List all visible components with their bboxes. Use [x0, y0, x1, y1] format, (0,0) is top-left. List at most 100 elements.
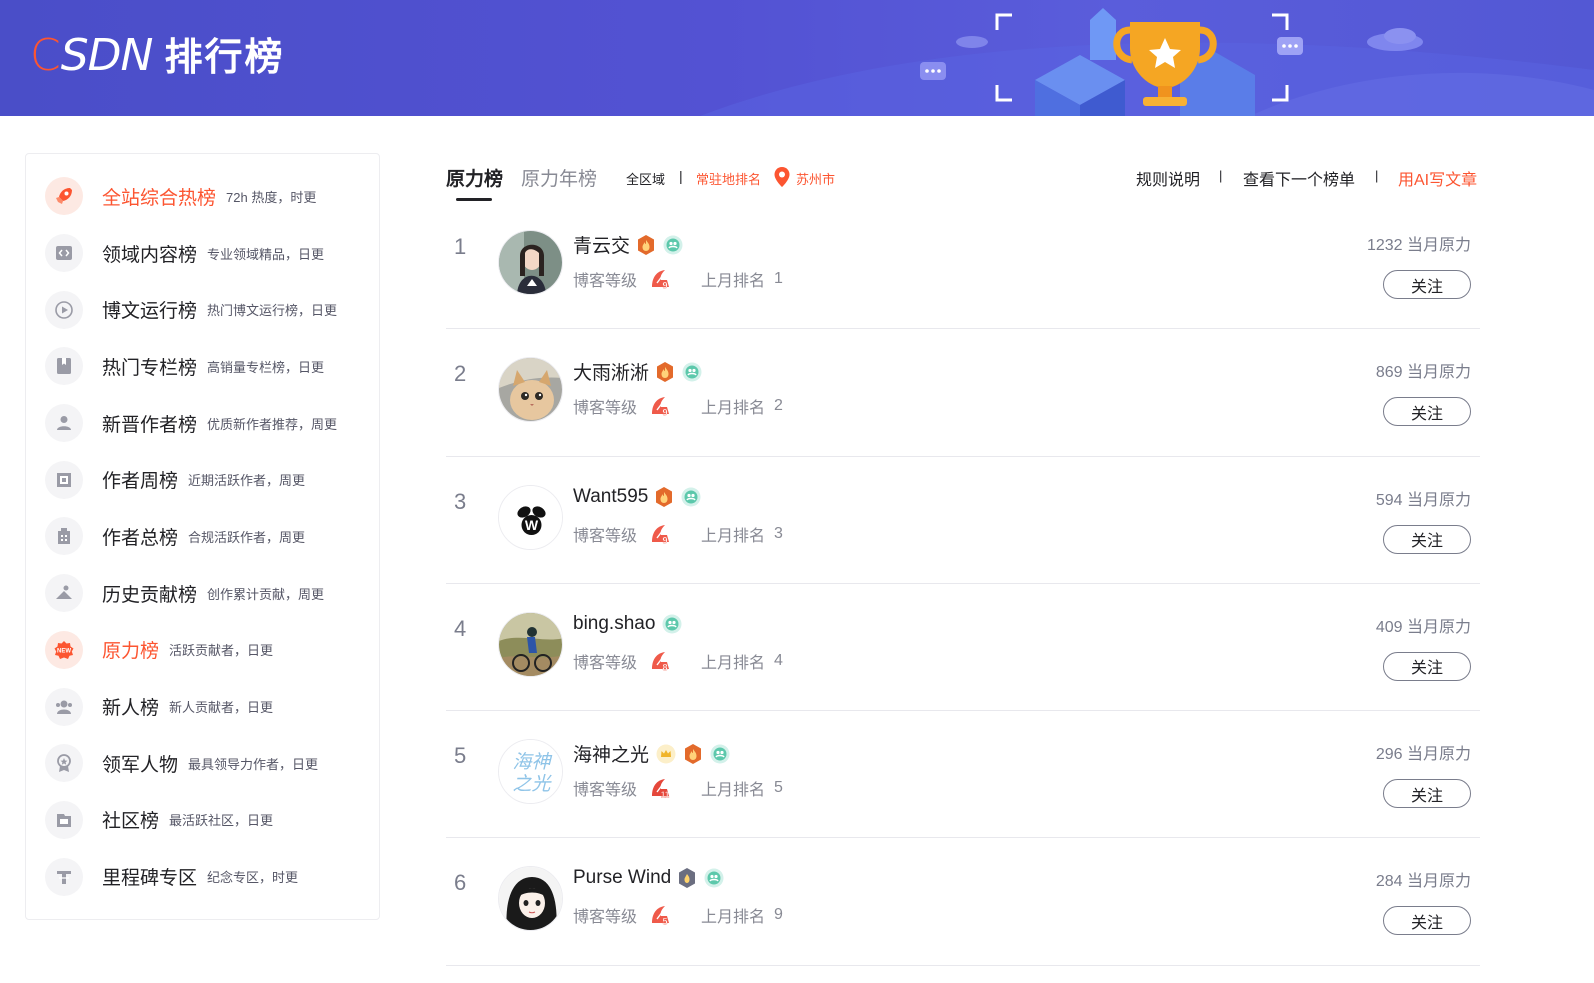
- anime-avatar[interactable]: [498, 866, 563, 932]
- rank-number: 1: [454, 234, 467, 259]
- user-name[interactable]: 大雨淅淅: [573, 358, 649, 385]
- rules-link[interactable]: 规则说明: [1136, 166, 1200, 190]
- sidebar-item-label: 新人榜: [102, 698, 160, 720]
- user-name[interactable]: 青云交: [573, 231, 630, 258]
- portrait-avatar[interactable]: [498, 230, 563, 295]
- rank-number: 6: [454, 870, 467, 896]
- sidebar-item-desc: 热门博文运行榜，日更: [207, 303, 338, 319]
- svg-text:9: 9: [663, 408, 668, 418]
- resident-rank-link[interactable]: 常驻地排名: [696, 169, 761, 188]
- blog-level-icon: 8: [649, 650, 673, 672]
- divider: |: [1375, 168, 1379, 183]
- new-badge-icon: NEW: [45, 630, 83, 669]
- user-name-line: bing.shao: [573, 613, 683, 635]
- blog-level-icon: 9: [649, 268, 673, 290]
- sidebar-item-desc: 新人贡献者，日更: [169, 700, 274, 716]
- sidebar-item[interactable]: 历史贡献榜 创作累计贡献，周更: [26, 565, 379, 622]
- svg-text:11: 11: [661, 791, 670, 800]
- sidebar-item[interactable]: 作者总榜 合规活跃作者，周更: [26, 508, 379, 565]
- sidebar-item-label: 社区榜: [102, 811, 160, 833]
- follow-button[interactable]: 关注: [1383, 779, 1471, 809]
- user-name[interactable]: 海神之光: [573, 740, 649, 767]
- sidebar-item[interactable]: 博文运行榜 热门博文运行榜，日更: [26, 281, 379, 338]
- svg-text:5: 5: [663, 917, 668, 927]
- play-icon: [45, 290, 83, 329]
- user-name[interactable]: Want595: [573, 486, 648, 508]
- active-tab-underline: [456, 198, 492, 201]
- follow-button[interactable]: 关注: [1383, 270, 1471, 299]
- user-name[interactable]: bing.shao: [573, 613, 655, 635]
- csdn-logo[interactable]: C SDN 排行榜: [30, 30, 284, 84]
- vip-badge-icon: [681, 361, 703, 383]
- rank-row: 4 bing.shao 博客等级 8 上月排名 4 409 当月原力 关注: [446, 584, 1480, 712]
- sidebar-item-desc: 最具领导力作者，日更: [188, 756, 319, 772]
- last-month-rank: 1: [774, 270, 783, 287]
- city-selector[interactable]: 苏州市: [796, 169, 835, 188]
- sidebar-item-label: 作者总榜: [102, 527, 179, 549]
- force-score: 409 当月原力: [1375, 618, 1471, 636]
- force-score: 594 当月原力: [1375, 491, 1471, 509]
- blog-level-label: 博客等级: [573, 654, 638, 672]
- rocket-icon: [45, 177, 83, 216]
- sidebar-item-label: 全站综合热榜: [102, 187, 217, 209]
- last-month-rank-label: 上月排名: [701, 400, 766, 418]
- sidebar: 全站综合热榜 72h 热度，时更 领域内容榜 专业领域精品，日更 博文运行榜 热门博文运行…: [25, 153, 380, 920]
- sidebar-item[interactable]: 全站综合热榜 72h 热度，时更: [26, 168, 379, 225]
- sidebar-item[interactable]: 新晋作者榜 优质新作者推荐，周更: [26, 395, 379, 452]
- cyclist-avatar[interactable]: [498, 611, 563, 677]
- newcomer-icon: [45, 687, 83, 726]
- last-month-rank-label: 上月排名: [701, 273, 766, 290]
- last-month-rank-label: 上月排名: [701, 527, 766, 545]
- sidebar-item-label: 领域内容榜: [102, 244, 198, 266]
- rank-row: 1 青云交 博客等级 9 上月排名 1 1232 当月原力 关注: [446, 202, 1480, 330]
- svg-text:8: 8: [663, 662, 668, 672]
- cat-avatar[interactable]: [498, 357, 563, 423]
- community-icon: [45, 800, 83, 839]
- sidebar-item[interactable]: 新人榜 新人贡献者，日更: [26, 678, 379, 735]
- divider: |: [679, 168, 683, 184]
- follow-button[interactable]: 关注: [1383, 651, 1471, 681]
- blog-level-label: 博客等级: [573, 273, 638, 290]
- rank-number: 5: [454, 743, 467, 769]
- sidebar-item-desc: 高销量专栏榜，日更: [207, 359, 325, 375]
- logo-avatar[interactable]: W: [498, 484, 563, 550]
- medal-icon: [45, 744, 83, 783]
- rank-number: 3: [454, 488, 467, 514]
- fire-badge-icon: [683, 743, 703, 765]
- last-month-rank: 9: [774, 906, 783, 924]
- sidebar-item[interactable]: 作者周榜 近期活跃作者，周更: [26, 451, 379, 508]
- book-icon: [45, 347, 83, 386]
- vip-badge-icon: [680, 486, 702, 508]
- last-month-rank-label: 上月排名: [701, 782, 766, 800]
- ai-write-link[interactable]: 用AI写文章: [1398, 166, 1477, 190]
- sidebar-item[interactable]: NEW 原力榜 活跃贡献者，日更: [26, 622, 379, 679]
- sidebar-item-desc: 合规活跃作者，周更: [188, 529, 306, 545]
- tab-force-rank[interactable]: 原力榜: [446, 164, 503, 191]
- sidebar-item[interactable]: 社区榜 最活跃社区，日更: [26, 792, 379, 849]
- tab-force-year-rank[interactable]: 原力年榜: [521, 164, 597, 191]
- building-icon: [45, 517, 83, 556]
- region-filter-all[interactable]: 全区域: [626, 169, 665, 188]
- sidebar-item[interactable]: 热门专栏榜 高销量专栏榜，日更: [26, 338, 379, 395]
- crown-badge-icon: [655, 743, 677, 765]
- next-list-link[interactable]: 查看下一个榜单: [1243, 166, 1355, 190]
- last-month-rank: 3: [774, 524, 783, 542]
- user-level-line: 博客等级 8 上月排名 4: [573, 649, 783, 673]
- vip-badge-icon: [709, 743, 731, 765]
- location-pin-icon: [773, 166, 791, 193]
- follow-button[interactable]: 关注: [1383, 397, 1471, 427]
- sidebar-item-label: 博文运行榜: [102, 301, 198, 323]
- sidebar-item-desc: 最活跃社区，日更: [169, 813, 274, 829]
- sidebar-item-label: 热门专栏榜: [102, 357, 198, 379]
- calligraphy-avatar[interactable]: 海神之光: [498, 739, 563, 805]
- follow-button[interactable]: 关注: [1383, 524, 1471, 554]
- blog-level-label: 博客等级: [573, 909, 638, 927]
- sidebar-item[interactable]: 领域内容榜 专业领域精品，日更: [26, 225, 379, 282]
- rank-list: 1 青云交 博客等级 9 上月排名 1 1232 当月原力 关注 2 大雨淅淅 博客等级 9 上月排名 2…: [446, 202, 1480, 966]
- user-name[interactable]: Purse Wind: [573, 867, 671, 889]
- follow-button[interactable]: 关注: [1383, 906, 1471, 936]
- sidebar-item[interactable]: 里程碑专区 纪念专区，时更: [26, 848, 379, 905]
- logo-text: SDN: [60, 30, 154, 81]
- history-icon: [45, 574, 83, 613]
- sidebar-item[interactable]: 领军人物 最具领导力作者，日更: [26, 735, 379, 792]
